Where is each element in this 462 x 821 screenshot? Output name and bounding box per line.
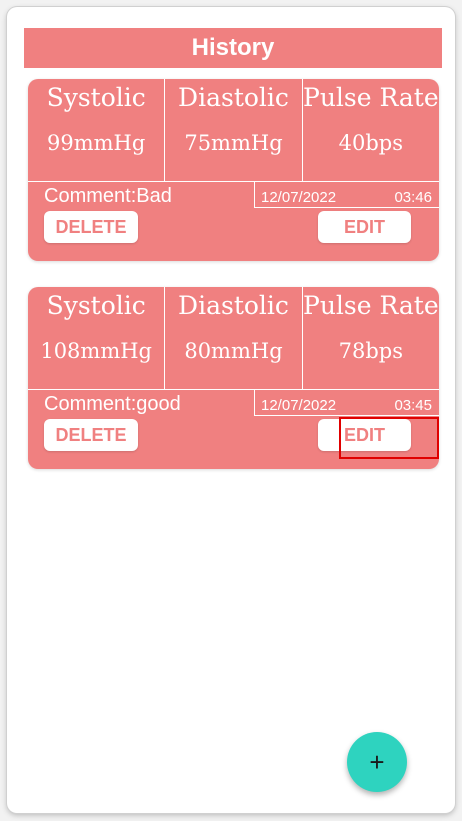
diastolic-cell: Diastolic 80mmHg [164, 287, 301, 389]
systolic-cell: Systolic 108mmHg [28, 287, 164, 389]
systolic-label: Systolic [46, 83, 146, 112]
timestamp: 12/07/2022 03:46 [254, 181, 439, 208]
record-date: 12/07/2022 [261, 189, 337, 206]
diastolic-value: 80mmHg [184, 339, 283, 363]
page-title: History [24, 28, 442, 68]
pulse-rate-label: Pulse Rate [303, 291, 439, 320]
comment-text: Comment:Bad [44, 185, 172, 207]
diastolic-label: Diastolic [178, 83, 289, 112]
history-card: Systolic 99mmHg Diastolic 75mmHg Pulse R… [28, 79, 439, 261]
delete-button[interactable]: DELETE [44, 211, 138, 243]
history-card: Systolic 108mmHg Diastolic 80mmHg Pulse … [28, 287, 439, 469]
delete-button[interactable]: DELETE [44, 419, 138, 451]
pulse-rate-label: Pulse Rate [303, 83, 439, 112]
record-meta: Comment:Bad 12/07/2022 03:46 [28, 181, 439, 208]
edit-button[interactable]: EDIT [318, 211, 411, 243]
record-time: 03:46 [394, 189, 432, 206]
app-screen: History Systolic 99mmHg Diastolic 75mmHg… [7, 7, 455, 813]
add-record-button[interactable]: + [347, 732, 407, 792]
pulse-rate-value: 78bps [338, 339, 404, 363]
systolic-value: 108mmHg [40, 339, 152, 363]
record-time: 03:45 [394, 397, 432, 414]
timestamp: 12/07/2022 03:45 [254, 389, 439, 416]
pulse-rate-cell: Pulse Rate 40bps [301, 79, 439, 181]
record-date: 12/07/2022 [261, 397, 337, 414]
plus-icon: + [369, 746, 385, 777]
diastolic-cell: Diastolic 75mmHg [164, 79, 301, 181]
reading-row: Systolic 108mmHg Diastolic 80mmHg Pulse … [28, 287, 439, 390]
diastolic-value: 75mmHg [184, 131, 283, 155]
systolic-value: 99mmHg [47, 131, 146, 155]
record-meta: Comment:good 12/07/2022 03:45 [28, 389, 439, 416]
reading-row: Systolic 99mmHg Diastolic 75mmHg Pulse R… [28, 79, 439, 182]
comment-text: Comment:good [44, 393, 181, 415]
edit-button[interactable]: EDIT [318, 419, 411, 451]
pulse-rate-cell: Pulse Rate 78bps [301, 287, 439, 389]
diastolic-label: Diastolic [178, 291, 289, 320]
pulse-rate-value: 40bps [338, 131, 404, 155]
systolic-cell: Systolic 99mmHg [28, 79, 164, 181]
systolic-label: Systolic [46, 291, 146, 320]
